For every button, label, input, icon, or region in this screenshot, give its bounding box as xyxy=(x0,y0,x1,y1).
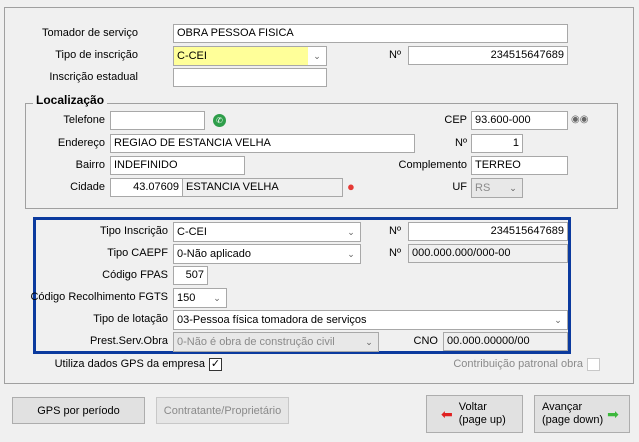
caepf-numero-input: 000.000.000/000-00 xyxy=(408,244,568,263)
prest-serv-label: Prest.Serv.Obra xyxy=(89,335,168,347)
endereco-label: Endereço xyxy=(57,137,105,149)
uf-select: RS ⌄ xyxy=(471,178,523,198)
gps-por-periodo-label: GPS por período xyxy=(37,404,120,417)
chevron-down-icon[interactable]: ⌄ xyxy=(342,245,360,263)
fgts-value: 150 xyxy=(177,292,196,304)
tipo-inscricao-value: C-CEI xyxy=(177,50,207,62)
uf-value: RS xyxy=(475,182,491,194)
avancar-button[interactable]: Avançar (page down) ➡ xyxy=(534,395,630,433)
gps-numero-label: Nº xyxy=(389,225,401,237)
map-pin-icon[interactable]: ● xyxy=(347,179,355,194)
numero-endereco-label: Nº xyxy=(455,137,467,149)
fpas-input[interactable]: 507 xyxy=(173,266,208,285)
complemento-input[interactable]: TERREO xyxy=(471,156,568,175)
complemento-label: Complemento xyxy=(398,159,467,171)
tipo-caepf-select[interactable]: 0-Não aplicado ⌄ xyxy=(173,244,361,264)
chevron-down-icon: ⌄ xyxy=(365,337,373,347)
cno-input: 00.000.00000/00 xyxy=(443,332,568,351)
tipo-inscricao-select[interactable]: C-CEI ⌄ xyxy=(173,46,327,66)
tipo-inscricao-label: Tipo de inscrição xyxy=(55,49,138,61)
endereco-input[interactable]: REGIAO DE ESTANCIA VELHA xyxy=(110,134,415,153)
contratante-label: Contratante/Proprietário xyxy=(163,404,282,417)
whatsapp-icon[interactable]: ✆ xyxy=(213,114,226,127)
chevron-down-icon[interactable]: ⌄ xyxy=(208,289,226,307)
contribuicao-checkbox xyxy=(587,358,600,371)
contribuicao-label: Contribuição patronal obra xyxy=(453,358,583,370)
prest-serv-select: 0-Não é obra de construção civil ⌄ xyxy=(173,332,379,352)
avancar-sublabel: (page down) xyxy=(542,414,604,426)
bairro-input[interactable]: INDEFINIDO xyxy=(110,156,245,175)
cno-label: CNO xyxy=(413,335,438,347)
telefone-label: Telefone xyxy=(63,114,105,126)
arrow-right-icon: ➡ xyxy=(607,405,619,422)
tipo-caepf-label: Tipo CAEPF xyxy=(107,247,168,259)
gps-tipo-inscricao-value: C-CEI xyxy=(177,226,207,238)
cep-label: CEP xyxy=(444,114,467,126)
numero-inscricao-input[interactable]: 234515647689 xyxy=(408,46,568,65)
fgts-label: Código Recolhimento FGTS xyxy=(30,291,168,303)
voltar-label: Voltar xyxy=(458,401,487,413)
utiliza-gps-checkbox[interactable]: ✓ xyxy=(209,358,222,371)
prest-serv-value: 0-Não é obra de construção civil xyxy=(177,336,335,348)
tomador-label: Tomador de serviço xyxy=(42,27,138,39)
cidade-label: Cidade xyxy=(70,181,105,193)
chevron-down-icon[interactable]: ⌄ xyxy=(342,223,360,241)
voltar-button[interactable]: ⬅ Voltar (page up) xyxy=(426,395,523,433)
binoculars-icon[interactable]: ◉◉ xyxy=(571,114,588,125)
lotacao-value: 03-Pessoa física tomadora de serviços xyxy=(177,314,367,326)
gps-tipo-inscricao-label: Tipo Inscrição xyxy=(99,225,168,237)
utiliza-gps-label: Utiliza dados GPS da empresa xyxy=(54,358,205,370)
tipo-caepf-value: 0-Não aplicado xyxy=(177,248,251,260)
gps-numero-input[interactable]: 234515647689 xyxy=(408,222,568,241)
localizacao-title: Localização xyxy=(33,93,108,107)
inscricao-estadual-label: Inscrição estadual xyxy=(49,71,138,83)
lotacao-select[interactable]: 03-Pessoa física tomadora de serviços ⌄ xyxy=(173,310,568,330)
avancar-label: Avançar xyxy=(542,401,583,413)
fpas-label: Código FPAS xyxy=(102,269,168,281)
lotacao-label: Tipo de lotação xyxy=(93,313,168,325)
tomador-input[interactable]: OBRA PESSOA FISICA xyxy=(173,24,568,43)
arrow-left-icon: ⬅ xyxy=(441,405,453,422)
cidade-code-input[interactable]: 43.07609 xyxy=(110,178,183,197)
fgts-select[interactable]: 150 ⌄ xyxy=(173,288,227,308)
chevron-down-icon: ⌄ xyxy=(509,183,517,193)
telefone-input[interactable] xyxy=(110,111,205,130)
chevron-down-icon[interactable]: ⌄ xyxy=(308,47,326,65)
cep-input[interactable]: 93.600-000 xyxy=(471,111,568,130)
bairro-label: Bairro xyxy=(75,159,105,171)
inscricao-estadual-input[interactable] xyxy=(173,68,327,87)
numero-label: Nº xyxy=(389,49,401,61)
gps-tipo-inscricao-select[interactable]: C-CEI ⌄ xyxy=(173,222,361,242)
uf-label: UF xyxy=(452,181,467,193)
chevron-down-icon[interactable]: ⌄ xyxy=(549,311,567,329)
gps-por-periodo-button[interactable]: GPS por período xyxy=(12,397,145,424)
caepf-numero-label: Nº xyxy=(389,247,401,259)
voltar-sublabel: (page up) xyxy=(458,414,506,426)
contratante-button: Contratante/Proprietário xyxy=(156,397,289,424)
numero-endereco-input[interactable]: 1 xyxy=(471,134,523,153)
cidade-name-input: ESTANCIA VELHA xyxy=(182,178,343,197)
